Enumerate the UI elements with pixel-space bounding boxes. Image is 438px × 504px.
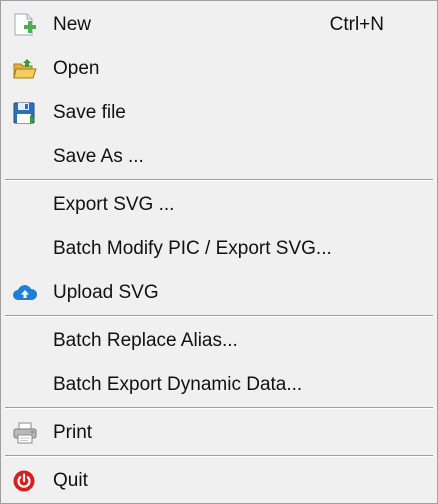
menu-item-batch-replace-alias[interactable]: Batch Replace Alias... — [2, 319, 436, 363]
shortcut-label: Ctrl+N — [329, 14, 384, 35]
menu-item-save-as[interactable]: Save As ... — [2, 135, 436, 179]
menu-item-label: New — [53, 14, 92, 35]
menu-item-label: Batch Replace Alias... — [53, 330, 238, 351]
menu-separator — [5, 179, 433, 181]
file-context-menu: New Ctrl+N Open Save file Save As ... Ex… — [0, 0, 438, 504]
menu-item-label: Quit — [53, 470, 88, 491]
menu-item-label: Upload SVG — [53, 282, 159, 303]
cloud-upload-icon — [12, 281, 38, 305]
menu-separator — [5, 455, 433, 457]
menu-item-save-file[interactable]: Save file — [2, 91, 436, 135]
menu-item-label: Export SVG ... — [53, 194, 175, 215]
menu-item-label: Batch Modify PIC / Export SVG... — [53, 238, 332, 259]
power-icon — [12, 469, 38, 493]
menu-item-label: Save file — [53, 102, 126, 123]
new-file-icon — [12, 13, 38, 37]
open-folder-icon — [12, 57, 38, 81]
menu-separator — [5, 315, 433, 317]
save-icon — [12, 101, 38, 125]
menu-item-upload-svg[interactable]: Upload SVG — [2, 271, 436, 315]
printer-icon — [12, 421, 38, 445]
menu-item-label: Save As ... — [53, 146, 144, 167]
menu-item-label: Batch Export Dynamic Data... — [53, 374, 303, 395]
menu-separator — [5, 407, 433, 409]
menu-item-batch-export-dynamic-data[interactable]: Batch Export Dynamic Data... — [2, 363, 436, 407]
menu-item-label: Print — [53, 422, 93, 443]
menu-item-new[interactable]: New Ctrl+N — [2, 3, 436, 47]
menu-item-print[interactable]: Print — [2, 411, 436, 455]
menu-item-open[interactable]: Open — [2, 47, 436, 91]
menu-item-label: Open — [53, 58, 100, 79]
menu-item-quit[interactable]: Quit — [2, 459, 436, 503]
menu-item-export-svg[interactable]: Export SVG ... — [2, 183, 436, 227]
menu-item-batch-modify-pic[interactable]: Batch Modify PIC / Export SVG... — [2, 227, 436, 271]
